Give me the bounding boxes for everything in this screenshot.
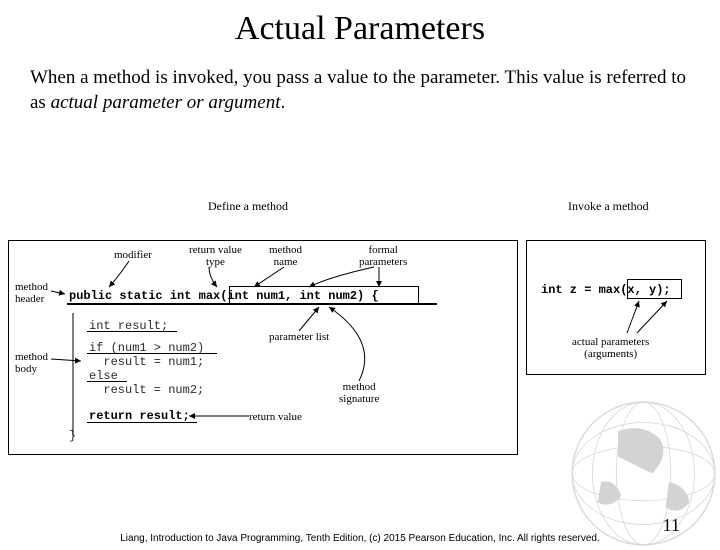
- invoke-header: Invoke a method: [568, 200, 649, 213]
- code-l3: result = num1;: [89, 355, 204, 369]
- param-box: [229, 286, 419, 304]
- label-return-val: return value: [249, 411, 302, 423]
- label-param-list: parameter list: [269, 331, 329, 343]
- footer: Liang, Introduction to Java Programming,…: [0, 533, 720, 544]
- define-box: modifier return value type method name f…: [8, 240, 518, 455]
- body-paragraph: When a method is invoked, you pass a val…: [30, 66, 690, 115]
- label-return-type: return value type: [189, 244, 242, 268]
- code-l7: }: [69, 429, 76, 443]
- invoke-args-box: [627, 279, 682, 299]
- invoke-box: int z = max(x, y); actual parameters (ar…: [526, 240, 706, 375]
- define-header: Define a method: [208, 200, 288, 213]
- label-actual-params: actual parameters (arguments): [572, 336, 649, 360]
- code-l5: result = num2;: [89, 383, 204, 397]
- globe-decoration: [550, 380, 720, 550]
- label-method-sig: method signature: [339, 381, 379, 405]
- label-method-name: method name: [269, 244, 302, 268]
- ul3: [87, 381, 127, 382]
- left-arrows: [9, 241, 519, 456]
- label-method-header: method header: [15, 281, 48, 305]
- ul1: [87, 331, 177, 332]
- code-l6: return result;: [89, 409, 190, 423]
- label-formal-params: formal parameters: [359, 244, 407, 268]
- body-italic: actual parameter or argument: [51, 92, 281, 113]
- body-post: .: [281, 92, 286, 113]
- page-number: 11: [663, 515, 680, 536]
- page-title: Actual Parameters: [0, 10, 720, 48]
- ul4: [87, 422, 197, 423]
- label-modifier: modifier: [114, 249, 152, 261]
- ul2: [87, 353, 217, 354]
- label-method-body: method body: [15, 351, 48, 375]
